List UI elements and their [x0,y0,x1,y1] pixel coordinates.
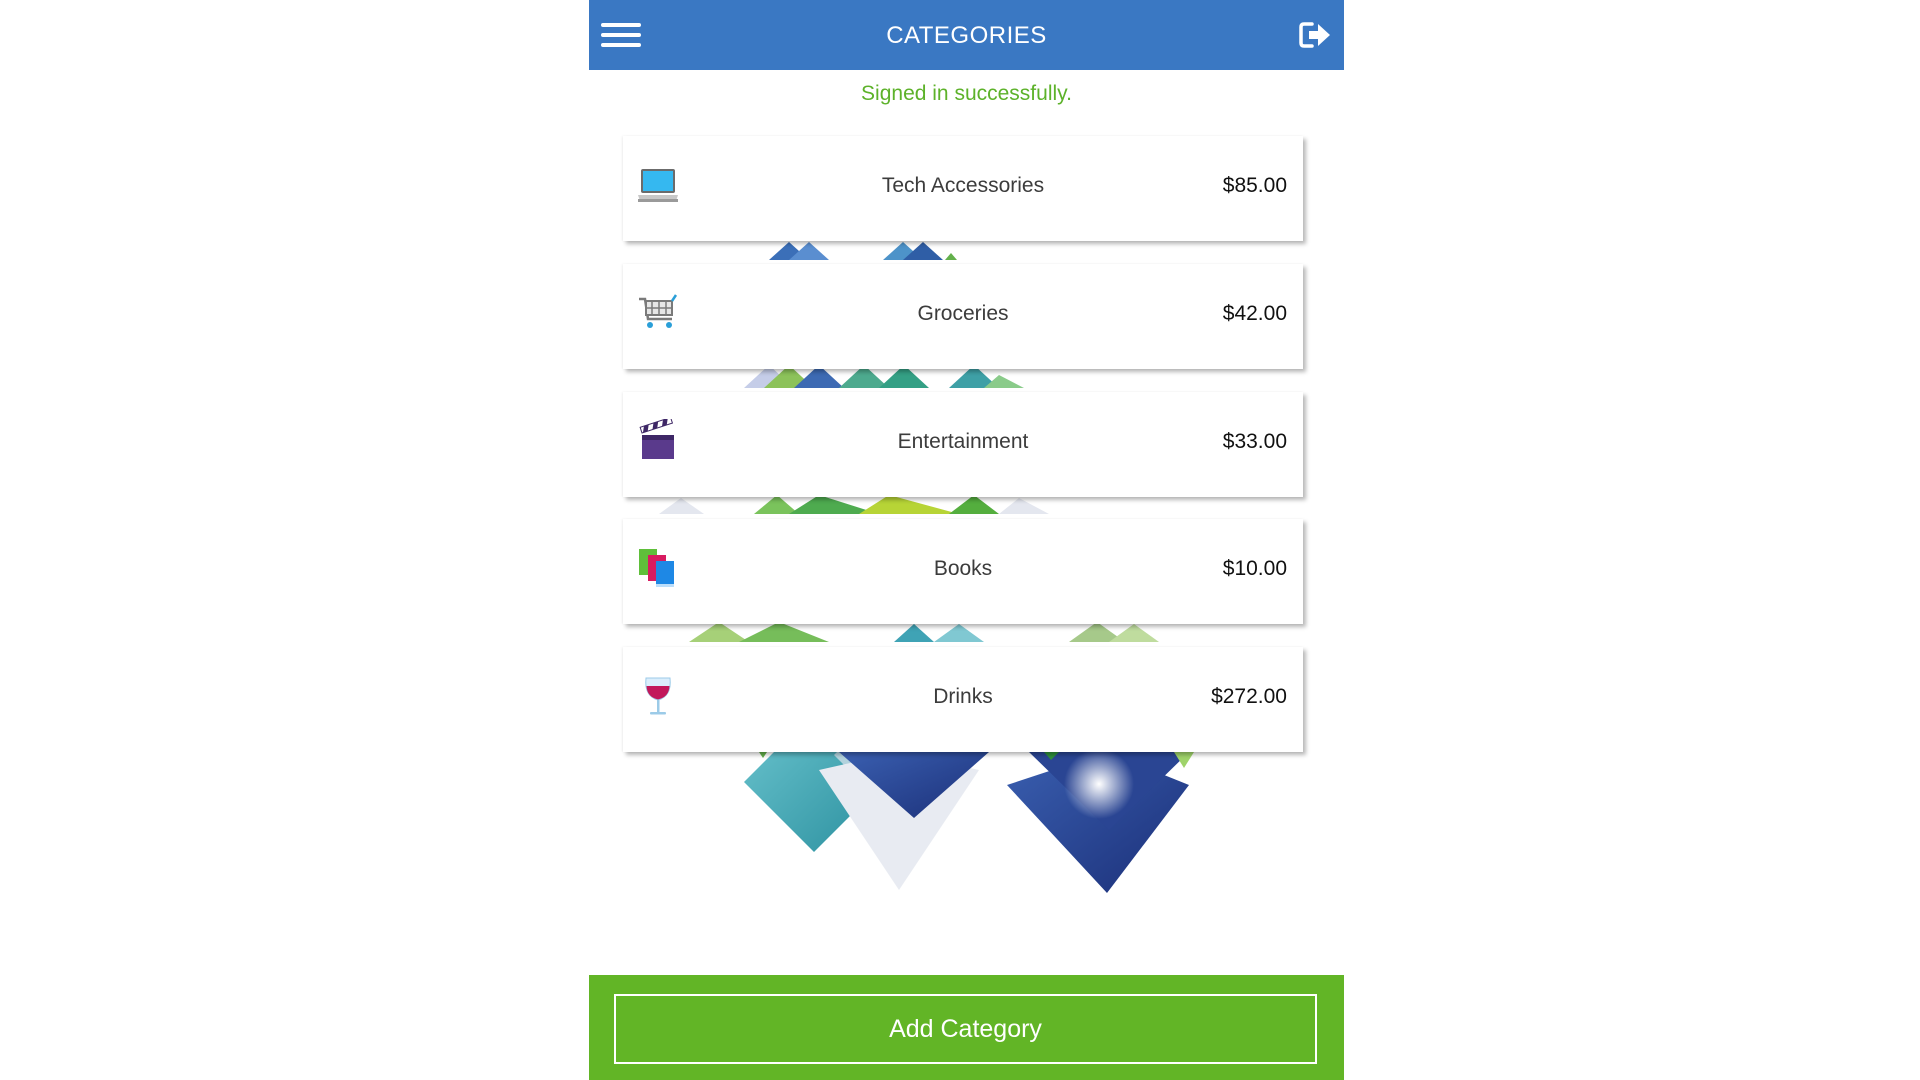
category-card-tech-accessories[interactable]: Tech Accessories $85.00 [623,136,1303,241]
category-name: Groceries [917,302,1009,325]
category-name: Entertainment [897,430,1029,453]
laptop-icon [636,163,680,207]
category-name: Drinks [933,685,993,708]
app-screen: CATEGORIES Signed in successfully. Tech … [589,0,1344,1080]
sign-in-status-message: Signed in successfully. [861,82,1072,105]
shopping-cart-icon [636,291,680,335]
add-category-button[interactable]: Add Category [614,994,1317,1064]
books-icon [636,546,680,590]
category-card-entertainment[interactable]: Entertainment $33.00 [623,392,1303,497]
category-amount: $42.00 [1222,302,1287,325]
category-amount: $272.00 [1211,685,1287,708]
category-card-groceries[interactable]: Groceries $42.00 [623,264,1303,369]
clapperboard-icon [636,416,680,463]
wine-glass-icon [636,674,680,718]
category-name: Books [933,557,993,580]
category-name: Tech Accessories [881,174,1045,197]
category-amount: $10.00 [1222,557,1287,580]
category-amount: $33.00 [1222,430,1287,453]
category-card-books[interactable]: Books $10.00 [623,519,1303,624]
category-card-drinks[interactable]: Drinks $272.00 [623,647,1303,752]
sign-out-icon[interactable] [1298,20,1332,50]
page-title: CATEGORIES [886,22,1047,49]
footer-bar: Add Category [589,975,1344,1080]
top-app-bar: CATEGORIES [589,0,1344,70]
category-amount: $85.00 [1222,174,1287,197]
